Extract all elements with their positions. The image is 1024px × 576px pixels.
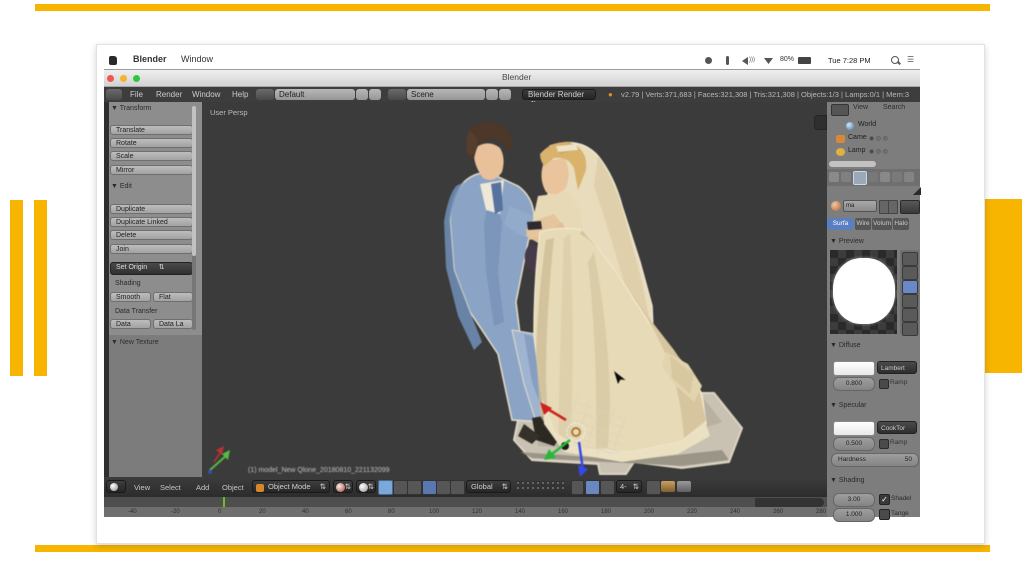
svg-text:(1) model_New Qlone_20180810_2: (1) model_New Qlone_20180810_221132099 bbox=[248, 467, 390, 474]
